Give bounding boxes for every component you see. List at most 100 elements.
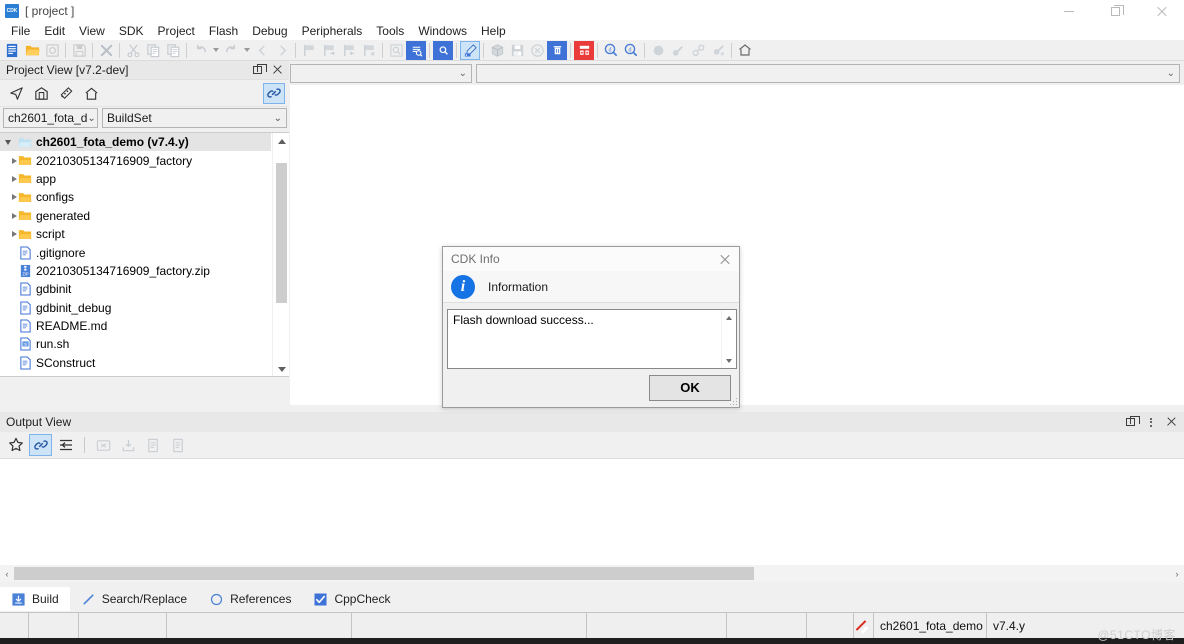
tree-item-factory-zip[interactable]: ZIP 20210305134716909_factory.zip (0, 262, 271, 280)
download-tool-icon[interactable] (574, 41, 594, 60)
dialog-severity-row: i Information (443, 271, 739, 303)
menu-view[interactable]: View (72, 22, 112, 40)
tree-item-gdbinit-debug[interactable]: gdbinit_debug (0, 299, 271, 317)
float-icon[interactable] (251, 64, 264, 77)
menu-peripherals[interactable]: Peripherals (295, 22, 370, 40)
chevron-right-icon[interactable] (0, 176, 16, 182)
folder-icon (16, 154, 34, 167)
tree-item-label: ch2601_fota_demo (v7.4.y) (34, 135, 189, 149)
favorite-icon[interactable] (4, 434, 27, 456)
wrap-text-icon[interactable] (54, 434, 77, 456)
home-icon[interactable] (80, 83, 102, 104)
scroll-up-icon[interactable] (273, 133, 289, 150)
menu-help[interactable]: Help (474, 22, 513, 40)
minimize-button[interactable] (1046, 0, 1092, 22)
chevron-right-icon[interactable] (0, 194, 16, 200)
window-title: [ project ] (25, 4, 74, 18)
ok-button[interactable]: OK (649, 375, 731, 401)
maximize-button[interactable] (1092, 0, 1138, 22)
menu-sdk[interactable]: SDK (112, 22, 151, 40)
tab-search-replace[interactable]: Search/Replace (70, 587, 198, 611)
project-tree[interactable]: ch2601_fota_demo (v7.4.y) 20210305134716… (0, 132, 289, 377)
navigate-forward-icon (272, 41, 292, 60)
tree-item-sconstruct[interactable]: SConstruct (0, 354, 271, 372)
close-button[interactable] (1138, 0, 1184, 22)
output-view-content[interactable]: ‹ › (0, 458, 1184, 582)
chevron-right-icon[interactable] (0, 158, 16, 164)
tree-item-label: 20210305134716909_factory.zip (34, 264, 210, 278)
tab-build[interactable]: Build (0, 587, 70, 611)
zoom-out-icon[interactable]: d (621, 41, 641, 60)
tree-item-app[interactable]: app (0, 170, 271, 188)
menu-edit[interactable]: Edit (37, 22, 72, 40)
menu-file[interactable]: File (4, 22, 37, 40)
menu-flash[interactable]: Flash (202, 22, 245, 40)
link-icon[interactable] (263, 83, 285, 104)
redo-icon (221, 41, 241, 60)
chevron-down-icon[interactable] (0, 140, 16, 145)
close-icon[interactable] (1164, 416, 1177, 429)
project-select[interactable]: ch2601_fota_d ⌄ (3, 108, 98, 128)
output-view-title-bar: Output View (0, 412, 1184, 432)
dialog-message-box[interactable]: Flash download success... (447, 309, 737, 369)
tree-item-gdbinit[interactable]: gdbinit (0, 280, 271, 298)
locate-icon[interactable] (5, 83, 27, 104)
tab-cppcheck[interactable]: CppCheck (302, 587, 401, 611)
chevron-right-icon[interactable] (0, 231, 16, 237)
tree-item-readme[interactable]: README.md (0, 317, 271, 335)
tree-item-configs[interactable]: configs (0, 188, 271, 206)
zoom-in-icon[interactable]: d (601, 41, 621, 60)
tree-item-label: app (34, 172, 56, 186)
menu-windows[interactable]: Windows (411, 22, 474, 40)
cdk-info-dialog: CDK Info i Information Flash download su… (442, 246, 740, 408)
resize-grip[interactable] (730, 398, 737, 405)
home-icon[interactable] (735, 41, 755, 60)
scrollbar-track[interactable] (14, 565, 1170, 582)
link-icon[interactable] (29, 434, 52, 456)
close-icon[interactable] (270, 64, 283, 77)
copy-icon (142, 434, 165, 456)
tree-item-root[interactable]: ch2601_fota_demo (v7.4.y) (0, 133, 271, 151)
package-icon (487, 41, 507, 60)
scroll-right-icon[interactable]: › (1170, 565, 1184, 582)
erase-icon[interactable] (547, 41, 567, 60)
menu-debug[interactable]: Debug (245, 22, 294, 40)
find-replace-icon[interactable] (433, 41, 453, 60)
open-folder-icon[interactable] (22, 41, 42, 60)
project-tree-scrollbar[interactable] (272, 133, 289, 377)
tree-item-factory-folder[interactable]: 20210305134716909_factory (0, 151, 271, 169)
tree-item-label: 20210305134716909_factory (34, 154, 192, 168)
tree-item-gitignore[interactable]: .gitignore (0, 243, 271, 261)
dialog-scrollbar[interactable] (721, 310, 736, 368)
buildset-select[interactable]: BuildSet ⌄ (102, 108, 287, 128)
tree-item-generated[interactable]: generated (0, 207, 271, 225)
scroll-left-icon[interactable]: ‹ (0, 565, 14, 582)
new-file-icon[interactable] (2, 41, 22, 60)
tab-references[interactable]: References (198, 587, 302, 611)
scrollbar-thumb[interactable] (276, 163, 287, 303)
project-view-dock: Project View [v7.2-dev] (0, 61, 289, 405)
tree-item-run-sh[interactable]: s run.sh (0, 335, 271, 353)
find-in-files-icon[interactable] (406, 41, 426, 60)
scroll-down-icon[interactable] (273, 361, 289, 377)
scroll-up-icon[interactable] (722, 310, 736, 325)
editor-symbol-select[interactable]: ⌄ (476, 64, 1180, 83)
dialog-close-button[interactable] (709, 248, 739, 271)
scrollbar-thumb[interactable] (14, 567, 754, 580)
menu-tools[interactable]: Tools (369, 22, 411, 40)
editor-scope-select[interactable]: ⌄ (290, 64, 472, 83)
tree-item-script[interactable]: script (0, 225, 271, 243)
menu-project[interactable]: Project (151, 22, 202, 40)
more-options-icon[interactable] (1144, 416, 1157, 429)
output-horizontal-scrollbar[interactable]: ‹ › (0, 565, 1184, 582)
project-tree-list: ch2601_fota_demo (v7.4.y) 20210305134716… (0, 133, 271, 372)
file-icon (16, 246, 34, 260)
home-project-icon[interactable] (30, 83, 52, 104)
chevron-right-icon[interactable] (0, 213, 16, 219)
build-tool-icon[interactable] (55, 83, 77, 104)
build-icon[interactable] (460, 41, 480, 60)
status-project-name: ch2601_fota_demo (874, 613, 987, 638)
status-cell-2 (29, 613, 79, 638)
float-icon[interactable] (1124, 416, 1137, 429)
scroll-down-icon[interactable] (722, 353, 736, 368)
